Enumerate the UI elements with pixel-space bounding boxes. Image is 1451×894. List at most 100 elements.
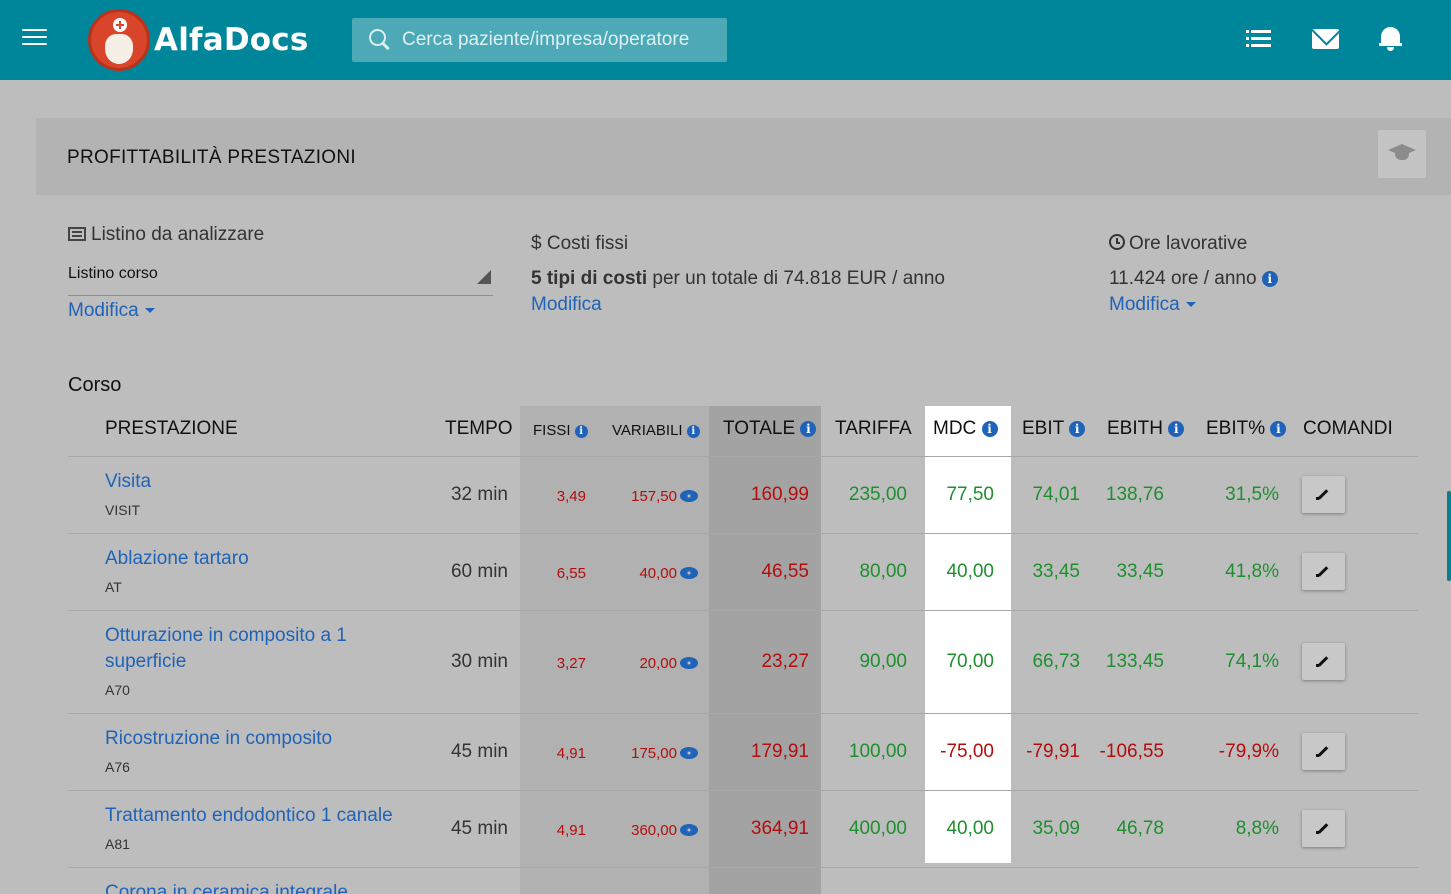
variabili-cell[interactable]: 157,50 xyxy=(616,488,698,505)
menu-icon[interactable] xyxy=(22,29,47,47)
eye-icon[interactable] xyxy=(680,657,698,669)
list-icon[interactable] xyxy=(1246,24,1277,54)
header-mdc[interactable]: MDC i xyxy=(933,418,998,440)
ebith-value: 138,76 xyxy=(1105,484,1164,505)
info-icon[interactable]: i xyxy=(574,425,588,438)
costs-column-band xyxy=(520,406,709,894)
header-ebith-label: EBITH xyxy=(1107,418,1163,439)
variabili-value: 20,00 xyxy=(639,655,677,672)
ebit-value: 66,73 xyxy=(1032,651,1080,672)
tariffa-value: 100,00 xyxy=(848,741,907,762)
ebit-value: 74,01 xyxy=(1032,484,1080,505)
edit-button[interactable] xyxy=(1302,810,1345,847)
eye-icon[interactable] xyxy=(680,567,698,579)
info-icon[interactable]: i xyxy=(800,421,817,437)
ebit-value: -79,91 xyxy=(1026,741,1080,762)
edit-button[interactable] xyxy=(1302,553,1345,590)
costi-summary-rest: per un totale di 74.818 EUR / anno xyxy=(647,268,945,289)
prestazione-link[interactable]: Trattamento endodontico 1 canale xyxy=(105,803,393,829)
list-alt-icon xyxy=(68,227,86,241)
ebith-value: 133,45 xyxy=(1105,651,1164,672)
prestazione-link[interactable]: Corona in ceramica integrale xyxy=(105,880,348,894)
tempo-value: 45 min xyxy=(450,741,508,762)
totale-value: 23,27 xyxy=(761,651,809,672)
header-tariffa[interactable]: TARIFFA xyxy=(835,418,912,440)
header-prestazione[interactable]: PRESTAZIONE xyxy=(105,418,238,440)
row-divider xyxy=(68,713,1418,714)
ebit-percent-value: 8,8% xyxy=(1235,818,1279,839)
edit-button[interactable] xyxy=(1302,476,1345,513)
eye-icon[interactable] xyxy=(680,747,698,759)
header-ebit-percent[interactable]: EBIT% i xyxy=(1206,418,1287,440)
variabili-value: 40,00 xyxy=(639,565,677,582)
search-box[interactable] xyxy=(352,18,727,62)
variabili-cell[interactable]: 175,00 xyxy=(616,745,698,762)
ore-label-wrap: Ore lavorative xyxy=(1109,233,1247,255)
listino-modifica-link[interactable]: Modifica xyxy=(68,300,155,322)
ebith-value: 33,45 xyxy=(1116,561,1164,582)
variabili-cell[interactable]: 20,00 xyxy=(616,655,698,672)
page-title: PROFITTABILITÀ PRESTAZIONI xyxy=(67,147,356,168)
bell-icon[interactable] xyxy=(1378,24,1408,54)
tempo-value: 30 min xyxy=(450,651,508,672)
header-tempo[interactable]: TEMPO xyxy=(445,418,513,440)
fissi-value: 6,55 xyxy=(556,565,586,582)
fissi-value: 3,27 xyxy=(556,655,586,672)
costi-modifica-link[interactable]: Modifica xyxy=(531,294,602,316)
listino-modifica-label: Modifica xyxy=(68,300,139,321)
fissi-value: 4,91 xyxy=(556,745,586,762)
variabili-cell[interactable]: 360,00 xyxy=(616,822,698,839)
scrollbar[interactable] xyxy=(1447,491,1451,581)
info-icon[interactable]: i xyxy=(1168,421,1185,437)
header-fissi[interactable]: FISSI i xyxy=(533,422,588,439)
header-ebit[interactable]: EBIT i xyxy=(1022,418,1086,440)
prestazione-link[interactable]: Ablazione tartaro xyxy=(105,546,249,572)
edit-button[interactable] xyxy=(1302,643,1345,680)
eye-icon[interactable] xyxy=(680,824,698,836)
edit-button[interactable] xyxy=(1302,733,1345,770)
info-icon[interactable]: i xyxy=(1069,421,1086,437)
header-totale[interactable]: TOTALE i xyxy=(723,418,817,440)
header-ebit-label: EBIT xyxy=(1022,418,1064,439)
listino-label-wrap: Listino da analizzare xyxy=(68,224,264,246)
tariffa-value: 90,00 xyxy=(859,651,907,672)
mdc-value: 70,00 xyxy=(946,651,994,672)
tempo-value: 45 min xyxy=(450,818,508,839)
tariffa-value: 400,00 xyxy=(848,818,907,839)
info-icon[interactable]: i xyxy=(1261,271,1278,287)
ore-modifica-link[interactable]: Modifica xyxy=(1109,294,1196,316)
listino-label: Listino da analizzare xyxy=(91,224,265,245)
ebith-value: -106,55 xyxy=(1099,741,1164,762)
prestazione-code: A70 xyxy=(105,682,130,698)
info-icon[interactable]: i xyxy=(686,425,700,438)
tempo-value: 60 min xyxy=(450,561,508,582)
search-input[interactable] xyxy=(402,29,722,51)
search-icon xyxy=(368,28,392,52)
header-ebith[interactable]: EBITH i xyxy=(1107,418,1185,440)
clock-icon xyxy=(1109,234,1125,250)
tutorial-button[interactable] xyxy=(1378,130,1426,178)
totale-value: 179,91 xyxy=(750,741,809,762)
variabili-cell[interactable]: 40,00 xyxy=(616,565,698,582)
variabili-value: 175,00 xyxy=(631,745,677,762)
mail-icon[interactable] xyxy=(1312,24,1342,54)
ebit-percent-value: 41,8% xyxy=(1225,561,1279,582)
costi-summary-bold: 5 tipi di costi xyxy=(531,268,648,289)
header-variabili[interactable]: VARIABILI i xyxy=(612,422,700,439)
prestazione-link[interactable]: Visita xyxy=(105,469,151,495)
listino-select[interactable]: Listino corso xyxy=(68,258,493,296)
info-icon[interactable]: i xyxy=(1270,421,1287,437)
header-mdc-label: MDC xyxy=(933,418,977,439)
tariffa-value: 80,00 xyxy=(859,561,907,582)
logo[interactable]: AlfaDocs xyxy=(88,9,308,71)
ebit-value: 33,45 xyxy=(1032,561,1080,582)
prestazione-link[interactable]: Otturazione in composito a 1 superficie xyxy=(105,623,347,675)
variabili-value: 157,50 xyxy=(631,488,677,505)
prestazione-link[interactable]: Ricostruzione in composito xyxy=(105,726,332,752)
ebith-value: 46,78 xyxy=(1116,818,1164,839)
info-icon[interactable]: i xyxy=(981,421,998,437)
fissi-value: 3,49 xyxy=(556,488,586,505)
eye-icon[interactable] xyxy=(680,490,698,502)
card-header: PROFITTABILITÀ PRESTAZIONI xyxy=(36,118,1451,195)
tariffa-value: 235,00 xyxy=(848,484,907,505)
